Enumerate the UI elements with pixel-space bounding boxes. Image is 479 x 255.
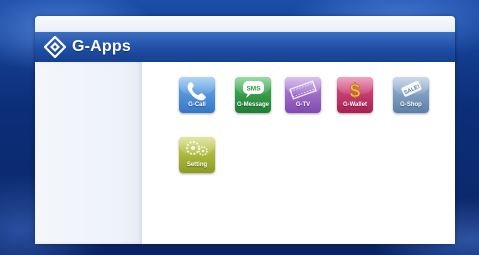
app-tile-g-message[interactable]: SMS G-Message xyxy=(235,77,271,113)
app-tile-g-tv[interactable]: G-TV xyxy=(285,77,321,113)
app-tile-g-wallet[interactable]: $ G-Wallet xyxy=(337,77,373,113)
page-title: G-Apps xyxy=(72,38,131,55)
dollar-sign: $ xyxy=(350,81,361,102)
app-label: G-Shop xyxy=(400,102,422,108)
app-label: G-TV xyxy=(295,102,311,108)
window-top-strip xyxy=(35,16,455,32)
app-label: Setting xyxy=(186,162,208,168)
sms-text: SMS xyxy=(246,86,261,93)
app-tile-g-call[interactable]: G-Call xyxy=(179,77,215,113)
g-apps-logo-icon xyxy=(44,36,66,58)
app-label: G-Message xyxy=(236,102,269,108)
app-label: G-Wallet xyxy=(342,102,368,108)
app-tile-g-shop[interactable]: SALE! G-Shop xyxy=(393,77,429,113)
sale-text: SALE! xyxy=(403,84,421,96)
sidebar xyxy=(35,62,142,244)
app-label: G-Call xyxy=(188,102,206,108)
app-tile-setting[interactable]: Setting xyxy=(179,137,215,173)
